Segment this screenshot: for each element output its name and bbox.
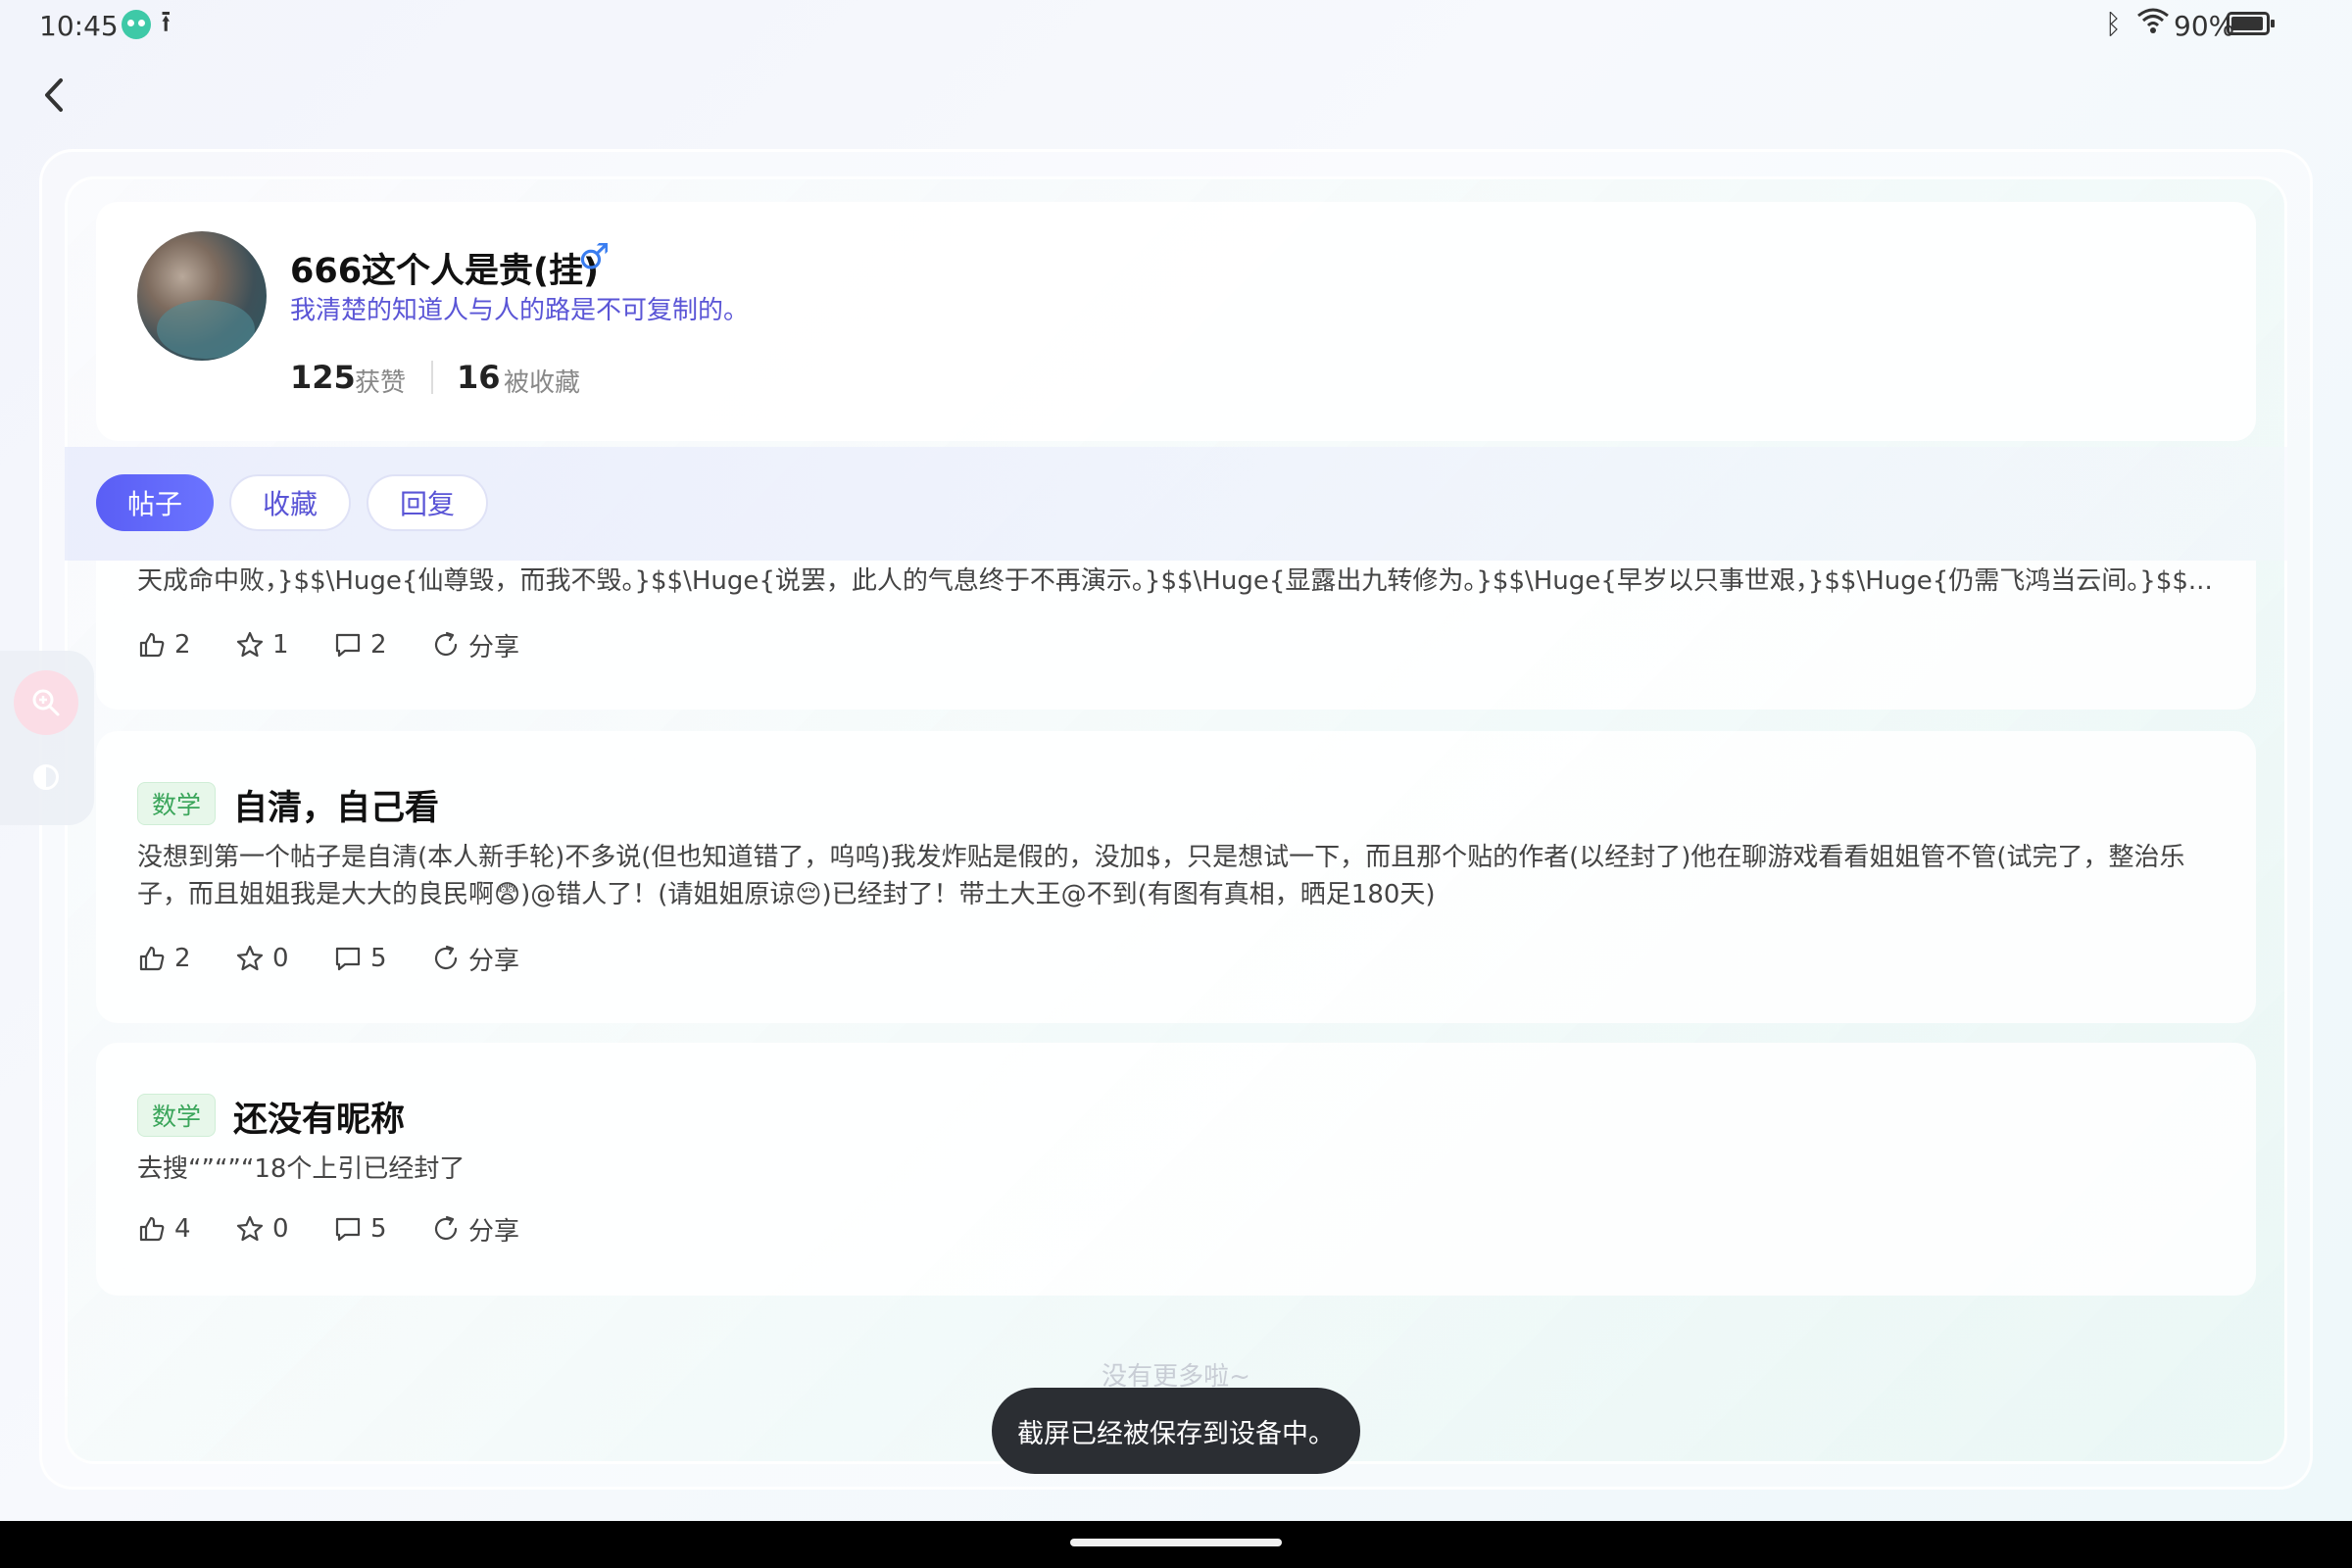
back-button[interactable]	[35, 71, 74, 120]
thumbs-up-icon	[139, 1216, 165, 1242]
battery-icon	[2227, 12, 2275, 35]
share-icon	[434, 631, 458, 657]
like-button[interactable]: 2	[137, 630, 235, 660]
comment-count: 2	[370, 630, 387, 660]
tab-replies[interactable]: 回复	[367, 474, 488, 531]
home-gesture-handle[interactable]	[1070, 1539, 1282, 1546]
upload-icon: ⭱	[161, 5, 172, 39]
share-label: 分享	[468, 946, 520, 976]
share-icon	[434, 1215, 458, 1241]
thumbs-up-icon	[139, 632, 165, 658]
like-button[interactable]: 2	[137, 944, 235, 973]
share-label: 分享	[468, 1216, 520, 1247]
contrast-icon[interactable]	[33, 764, 59, 790]
post-tag: 数学	[137, 782, 217, 825]
post-title: 自清，自己看	[233, 789, 440, 828]
favorited-count: 16	[457, 359, 501, 396]
system-nav-bar	[0, 1521, 2352, 1568]
wifi-icon	[2137, 8, 2169, 33]
star-icon	[236, 945, 264, 971]
share-button[interactable]: 分享	[431, 941, 519, 977]
post-body: 天成命中败，}$$\Huge{仙尊毁，而我不毁。}$$\Huge{说罢，此人的气…	[137, 566, 2213, 596]
post-title: 还没有昵称	[233, 1101, 406, 1140]
screenshot-toast: 截屏已经被保存到设备中。	[992, 1388, 1360, 1474]
post-card[interactable]: 数学 还没有昵称 去搜“”“”“18个上引已经封了 4 0 5 分享	[96, 1043, 2256, 1296]
tab-favorites[interactable]: 收藏	[229, 474, 351, 531]
app-icon	[122, 10, 151, 39]
favorite-count: 0	[272, 1214, 289, 1244]
share-label: 分享	[468, 632, 520, 662]
tab-posts[interactable]: 帖子	[96, 474, 214, 531]
favorite-button[interactable]: 0	[235, 944, 333, 973]
share-button[interactable]: 分享	[431, 1211, 519, 1248]
tab-bar: 帖子 收藏 回复	[65, 447, 2287, 561]
stat-divider	[431, 361, 433, 394]
post-actions: 2 1 2 分享	[137, 625, 519, 664]
comment-icon	[335, 633, 361, 658]
favorite-button[interactable]: 0	[235, 1214, 333, 1244]
chevron-left-icon	[45, 78, 63, 112]
user-bio: 我清楚的知道人与人的路是不可复制的。	[290, 296, 750, 325]
post-body: 没想到第一个帖子是自清(本人新手轮)不多说(但也知道错了，呜呜)我发炸贴是假的，…	[137, 843, 2185, 909]
share-button[interactable]: 分享	[431, 627, 519, 663]
comment-button[interactable]: 2	[333, 630, 431, 660]
battery-percent: 90%	[2174, 10, 2235, 42]
thumbs-up-icon	[139, 946, 165, 971]
post-actions: 4 0 5 分享	[137, 1209, 519, 1249]
comment-count: 5	[370, 1214, 387, 1244]
post-tag: 数学	[137, 1094, 217, 1137]
like-count: 2	[174, 630, 191, 660]
avatar[interactable]	[137, 231, 267, 361]
comment-button[interactable]: 5	[333, 944, 431, 973]
status-time: 10:45	[39, 10, 119, 42]
comment-icon	[335, 1217, 361, 1242]
like-count: 4	[174, 1214, 191, 1244]
post-card[interactable]: 数学 自清，自己看 没想到第一个帖子是自清(本人新手轮)不多说(但也知道错了，呜…	[96, 731, 2256, 1023]
likes-label: 获赞	[355, 368, 407, 398]
status-bar: 10:45 ⭱ ᛒ 90%	[0, 0, 2352, 49]
favorited-label: 被收藏	[504, 368, 581, 398]
favorite-button[interactable]: 1	[235, 630, 333, 660]
user-name: 666这个人是贵(挂)	[290, 252, 600, 291]
post-actions: 2 0 5 分享	[137, 939, 519, 978]
favorite-count: 0	[272, 944, 289, 973]
likes-count: 125	[290, 359, 356, 396]
favorite-count: 1	[272, 630, 289, 660]
star-icon	[236, 1215, 264, 1242]
zoom-in-icon[interactable]	[14, 670, 78, 735]
profile-card: 666这个人是贵(挂) ♂ 我清楚的知道人与人的路是不可复制的。 125 获赞 …	[96, 202, 2256, 441]
post-body: 去搜“”“”“18个上引已经封了	[137, 1154, 466, 1184]
share-icon	[434, 945, 458, 970]
comment-icon	[335, 947, 361, 971]
male-gender-icon: ♂	[578, 237, 611, 277]
like-button[interactable]: 4	[137, 1214, 235, 1244]
post-card[interactable]: 天成命中败，}$$\Huge{仙尊毁，而我不毁。}$$\Huge{说罢，此人的气…	[96, 561, 2256, 710]
comment-count: 5	[370, 944, 387, 973]
star-icon	[236, 631, 264, 658]
comment-button[interactable]: 5	[333, 1214, 431, 1244]
side-floating-toolbar	[0, 651, 94, 825]
like-count: 2	[174, 944, 191, 973]
bluetooth-icon: ᛒ	[2105, 8, 2122, 40]
